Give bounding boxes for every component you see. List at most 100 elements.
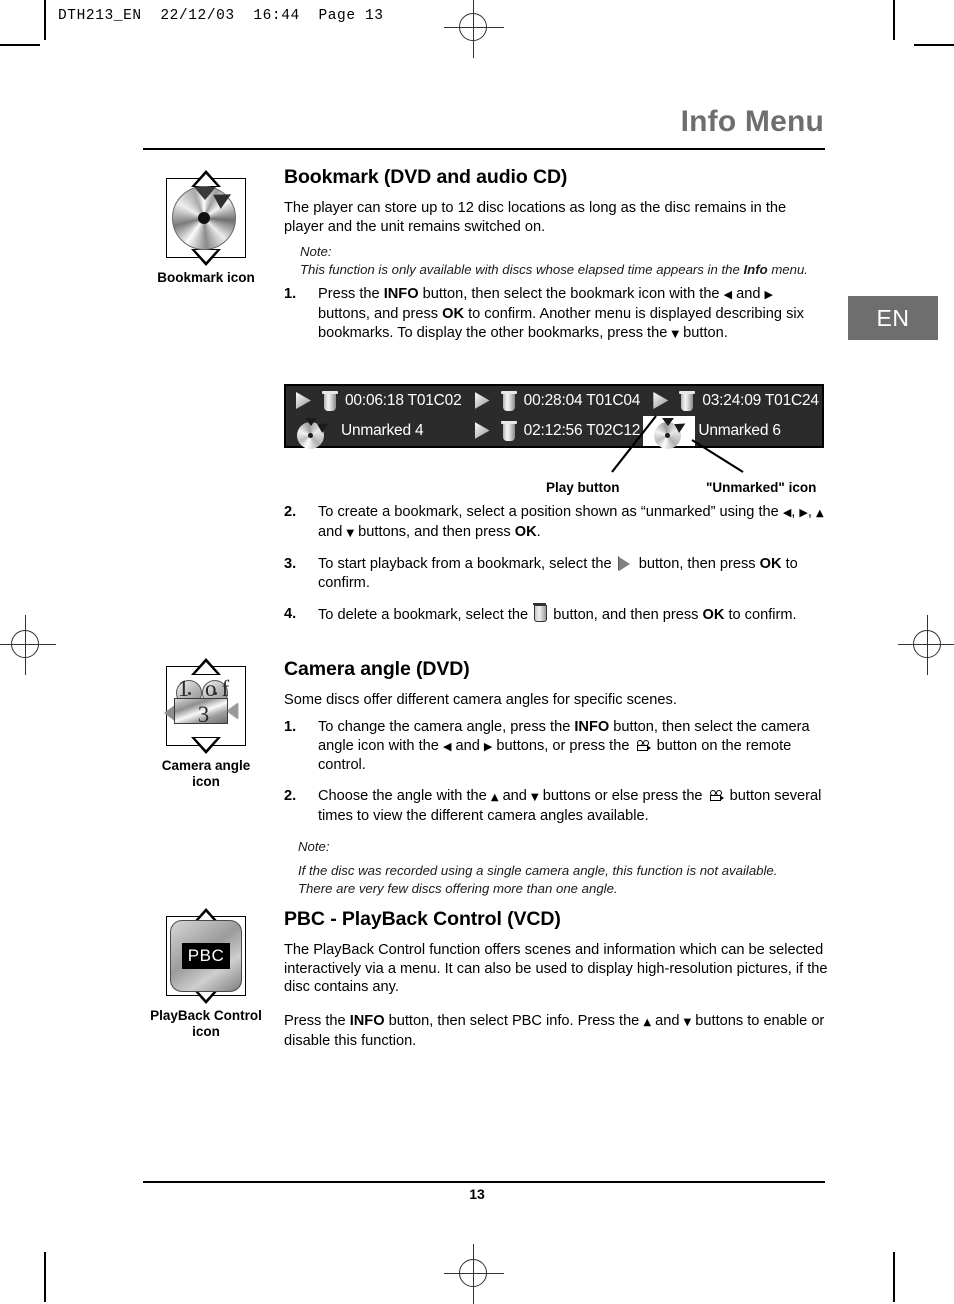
camera-angle-button-icon xyxy=(709,789,724,803)
trash-button-icon[interactable] xyxy=(499,390,519,412)
up-arrow-icon xyxy=(491,789,499,804)
play-button-icon[interactable] xyxy=(649,391,673,411)
trash-button-icon[interactable] xyxy=(677,390,697,412)
step-text: buttons, and press xyxy=(318,305,443,322)
bookmark-icon xyxy=(158,170,254,266)
content-column: Bookmark (DVD and audio CD) The player c… xyxy=(284,166,826,352)
step-number: 1. xyxy=(284,286,297,303)
down-arrow-icon xyxy=(346,525,354,540)
callout-label-unmarked-icon: "Unmarked" icon xyxy=(706,480,817,495)
bookmark-intro-text: The player can store up to 12 disc locat… xyxy=(284,200,787,235)
list-item: 2. Choose the angle with the and buttons … xyxy=(284,787,830,827)
callout-leader-lines xyxy=(611,415,744,473)
section-heading-bookmark: Bookmark (DVD and audio CD) xyxy=(284,166,568,188)
step-number: 2. xyxy=(284,787,297,804)
bookmark-steps-continued: 2. To create a bookmark, select a positio… xyxy=(284,503,830,636)
step-bold: OK xyxy=(759,555,782,572)
step-text: To change the camera angle, press the xyxy=(318,718,575,735)
bookmark-note-text: This function is only available with dis… xyxy=(284,261,826,279)
left-arrow-icon xyxy=(724,287,732,302)
section-heading-pbc: PBC - PlayBack Control (VCD) xyxy=(284,908,561,930)
bookmark-steps-list: 1. Press the INFO button, then select the… xyxy=(284,285,826,344)
step-text: , xyxy=(807,504,816,520)
caption-line-1: Camera angle xyxy=(161,758,251,773)
left-arrow-icon xyxy=(783,505,791,520)
list-item: 4. To delete a bookmark, select the butto… xyxy=(284,602,830,625)
trash-button-icon[interactable] xyxy=(320,390,340,412)
down-arrow-icon xyxy=(531,789,539,804)
page-title: Info Menu xyxy=(680,105,824,138)
osd-bookmark-slot-3[interactable]: 03:24:09 T01C24 xyxy=(643,390,822,412)
page-number: 13 xyxy=(469,1186,485,1202)
trash-button-icon xyxy=(533,602,548,622)
play-button-icon xyxy=(618,556,633,571)
pbc-intro-text: The PlayBack Control function offers sce… xyxy=(284,942,828,996)
list-item: 1. To change the camera angle, press the … xyxy=(284,718,830,776)
play-button-icon[interactable] xyxy=(471,421,495,441)
up-arrow-icon xyxy=(643,1014,651,1029)
camera-angle-icon: 1 of 3 xyxy=(158,658,254,754)
step-text: To create a bookmark, select a position … xyxy=(318,504,783,520)
pbc-text-part: Press the xyxy=(284,1012,350,1029)
trash-button-icon[interactable] xyxy=(499,420,519,442)
step-bold: INFO xyxy=(574,718,610,735)
list-item: 3. To start playback from a bookmark, sel… xyxy=(284,555,830,594)
play-button-icon[interactable] xyxy=(471,391,495,411)
section-heading-camera-angle: Camera angle (DVD) xyxy=(284,658,470,680)
footer-divider xyxy=(143,1181,825,1183)
margin-icon-pbc: PBC PlayBack Control icon xyxy=(136,908,276,1040)
caption-line-2: icon xyxy=(192,774,220,789)
osd-bookmark-slot-1[interactable]: 00:06:18 T01C02 xyxy=(286,390,465,412)
margin-icon-bookmark: Bookmark icon xyxy=(136,170,276,286)
down-arrow-icon xyxy=(671,326,679,341)
step-text: Choose the angle with the xyxy=(318,787,491,804)
up-arrow-icon xyxy=(816,505,824,520)
step-text: button, and then press xyxy=(549,606,703,623)
registration-mark-right xyxy=(898,615,954,675)
step-text: button, then select the bookmark icon wi… xyxy=(418,286,724,303)
step-number: 2. xyxy=(284,504,297,520)
step-text: and xyxy=(732,286,765,303)
caption-line-2: icon xyxy=(192,1024,220,1039)
camera-angle-count-text: 1 of 3 xyxy=(177,676,235,727)
bookmark-timecode: 03:24:09 T01C24 xyxy=(702,392,819,409)
crop-mark-bottom-left-vertical xyxy=(44,1252,46,1302)
camera-angle-intro-text: Some discs offer different camera angles… xyxy=(284,692,677,708)
step-text: To start playback from a bookmark, selec… xyxy=(318,555,616,572)
playback-control-icon: PBC xyxy=(158,908,254,1004)
osd-bookmark-slot-4[interactable]: Unmarked 4 xyxy=(286,418,465,449)
step-text: button, then press xyxy=(634,555,760,572)
play-button-icon[interactable] xyxy=(292,391,316,411)
bookmark-unmarked-label: Unmarked 4 xyxy=(341,422,424,439)
step-bold: INFO xyxy=(383,286,419,303)
bookmark-note-label: Note: xyxy=(300,244,332,260)
step-text: buttons, or press the xyxy=(492,738,634,754)
crop-mark-top-right-horizontal xyxy=(914,44,954,46)
unmarked-icon[interactable] xyxy=(288,418,336,449)
step-text: To delete a bookmark, select the xyxy=(318,606,533,623)
step-number: 1. xyxy=(284,718,297,735)
pbc-usage-text: Press the INFO button, then select PBC i… xyxy=(284,1012,830,1051)
bookmark-timecode: 00:28:04 T01C04 xyxy=(523,392,641,409)
step-text: to confirm. xyxy=(724,606,797,623)
title-divider xyxy=(143,148,825,150)
osd-row: 00:06:18 T01C02 00:28:04 T01C04 03:24:09… xyxy=(286,386,822,416)
camera-angle-button-icon xyxy=(636,740,651,753)
bookmark-timecode: 00:06:18 T01C02 xyxy=(345,392,462,409)
pbc-badge-text: PBC xyxy=(182,943,230,969)
list-item: 1. Press the INFO button, then select the… xyxy=(284,285,826,344)
step-text: and xyxy=(498,787,531,804)
printer-file-header: DTH213_EN 22/12/03 16:44 Page 13 xyxy=(58,8,384,24)
step-text: Press the xyxy=(318,286,384,303)
step-bold: OK xyxy=(442,305,465,322)
caption-line-1: PlayBack Control xyxy=(150,1008,262,1023)
registration-mark-bottom xyxy=(444,1244,504,1304)
language-tab-en: EN xyxy=(848,296,938,340)
crop-mark-top-left-horizontal xyxy=(0,44,40,46)
step-number: 3. xyxy=(284,555,297,572)
step-text: and xyxy=(318,524,347,541)
step-bold: OK xyxy=(702,606,725,623)
pbc-button-graphic: PBC xyxy=(170,920,242,992)
note-part-a: This function is only available with dis… xyxy=(300,262,744,278)
osd-bookmark-slot-2[interactable]: 00:28:04 T01C04 xyxy=(465,390,644,412)
